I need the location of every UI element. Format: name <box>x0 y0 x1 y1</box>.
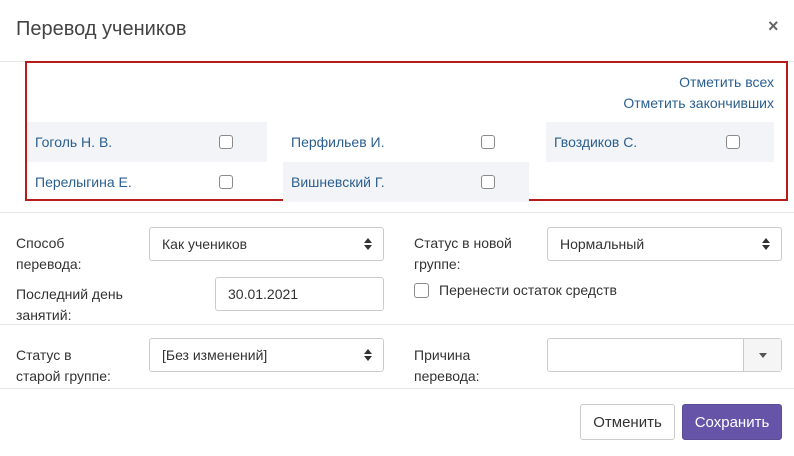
select-arrows-icon <box>363 349 373 361</box>
reason-combobox[interactable] <box>547 338 782 372</box>
dialog-title: Перевод учеников <box>16 18 187 40</box>
transfer-method-label: Способ перевода: <box>16 233 82 275</box>
students-panel: Отметить всех Отметить закончивших Гогол… <box>25 61 788 202</box>
section-divider <box>0 212 794 213</box>
select-arrows-icon <box>761 238 771 250</box>
last-day-input[interactable]: 30.01.2021 <box>215 277 384 311</box>
student-name[interactable]: Перфильев И. <box>291 134 481 150</box>
student-checkbox[interactable] <box>726 135 740 149</box>
student-checkbox[interactable] <box>481 135 495 149</box>
student-item[interactable]: Вишневский Г. <box>283 162 529 202</box>
reason-dropdown-button[interactable] <box>743 339 781 371</box>
new-status-label-line: Статус в новой <box>414 235 512 251</box>
transfer-balance-label[interactable]: Перенести остаток средств <box>439 280 617 301</box>
student-name[interactable]: Гоголь Н. В. <box>35 134 219 150</box>
old-status-label-line: Статус в <box>16 347 72 363</box>
footer-divider <box>0 388 794 389</box>
section-divider <box>0 324 794 325</box>
new-status-label-line: группе: <box>414 256 461 272</box>
transfer-balance-checkbox[interactable] <box>414 283 429 298</box>
student-name[interactable]: Перелыгина Е. <box>35 174 219 190</box>
last-day-label: Последний день занятий: <box>16 284 123 326</box>
last-day-label-line: занятий: <box>16 307 72 323</box>
student-checkbox[interactable] <box>219 135 233 149</box>
select-all-link[interactable]: Отметить всех <box>679 74 774 90</box>
caret-down-icon <box>758 352 767 358</box>
reason-input[interactable] <box>548 339 743 371</box>
student-item[interactable]: Гвоздиков С. <box>546 122 774 162</box>
student-name[interactable]: Гвоздиков С. <box>554 134 726 150</box>
student-item[interactable]: Гоголь Н. В. <box>27 122 267 162</box>
reason-label-line: перевода: <box>414 368 480 384</box>
reason-label: Причина перевода: <box>414 345 480 387</box>
close-icon[interactable]: × <box>768 16 779 37</box>
transfer-balance-row[interactable]: Перенести остаток средств <box>414 280 617 301</box>
old-status-select[interactable]: [Без изменений] <box>149 338 384 372</box>
select-finished-link[interactable]: Отметить закончивших <box>623 95 774 111</box>
student-checkbox[interactable] <box>481 175 495 189</box>
new-status-label: Статус в новой группе: <box>414 233 512 275</box>
save-button[interactable]: Сохранить <box>682 404 782 440</box>
reason-label-line: Причина <box>414 347 471 363</box>
transfer-method-label-line: перевода: <box>16 256 82 272</box>
old-status-value: [Без изменений] <box>162 347 268 363</box>
transfer-method-value: Как учеников <box>162 236 248 252</box>
new-status-value: Нормальный <box>560 236 645 252</box>
student-item[interactable]: Перфильев И. <box>283 122 529 162</box>
cancel-button[interactable]: Отменить <box>580 404 675 440</box>
student-checkbox[interactable] <box>219 175 233 189</box>
transfer-method-select[interactable]: Как учеников <box>149 227 384 261</box>
select-arrows-icon <box>363 238 373 250</box>
last-day-label-line: Последний день <box>16 286 123 302</box>
transfer-method-label-line: Способ <box>16 235 65 251</box>
new-status-select[interactable]: Нормальный <box>547 227 782 261</box>
old-status-label-line: старой группе: <box>16 368 111 384</box>
student-name[interactable]: Вишневский Г. <box>291 174 481 190</box>
old-status-label: Статус в старой группе: <box>16 345 111 387</box>
student-item[interactable]: Перелыгина Е. <box>27 162 267 202</box>
